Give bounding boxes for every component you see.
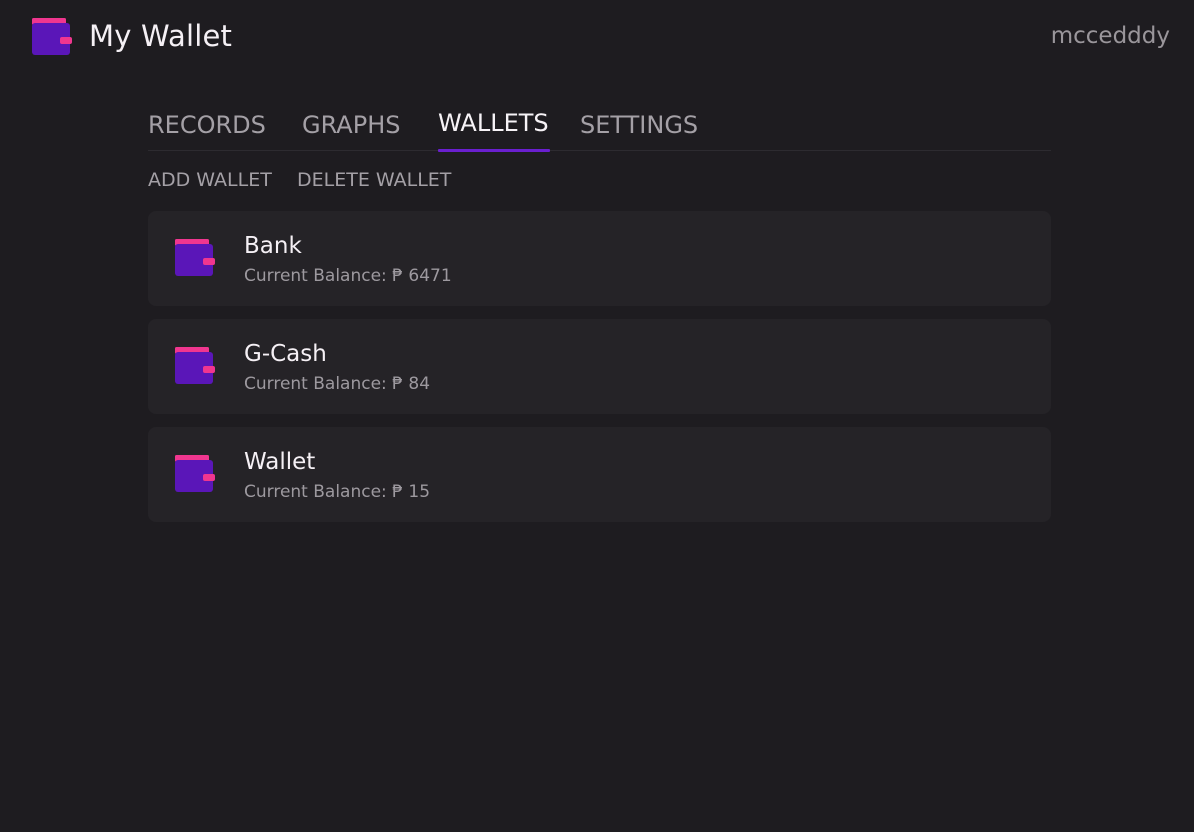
wallet-card-gcash[interactable]: G-Cash Current Balance: ₱ 84 [148, 319, 1051, 414]
wallet-balance: Current Balance: ₱ 15 [244, 482, 431, 502]
app-root: My Wallet mccedddy RECORDS GRAPHS WALLET… [0, 0, 1194, 832]
wallet-icon [175, 347, 217, 385]
wallet-card-bank[interactable]: Bank Current Balance: ₱ 6471 [148, 211, 1051, 306]
active-tab-indicator [438, 149, 550, 152]
app-title: My Wallet [89, 19, 233, 53]
username[interactable]: mccedddy [1051, 20, 1170, 52]
wallet-logo-icon [32, 18, 74, 56]
tab-records[interactable]: RECORDS [148, 110, 266, 140]
wallet-balance: Current Balance: ₱ 84 [244, 374, 431, 394]
wallet-name: Wallet [244, 449, 316, 475]
tab-graphs[interactable]: GRAPHS [302, 110, 400, 140]
wallet-card-wallet[interactable]: Wallet Current Balance: ₱ 15 [148, 427, 1051, 522]
wallet-list: Bank Current Balance: ₱ 6471 G-Cash Curr… [148, 211, 1051, 535]
wallet-name: Bank [244, 233, 302, 259]
wallet-balance: Current Balance: ₱ 6471 [244, 266, 452, 286]
add-wallet-button[interactable]: ADD WALLET [148, 167, 272, 193]
tab-settings[interactable]: SETTINGS [580, 110, 698, 140]
wallet-name: G-Cash [244, 341, 327, 367]
wallet-icon [175, 455, 217, 493]
tab-wallets[interactable]: WALLETS [438, 108, 549, 138]
delete-wallet-button[interactable]: DELETE WALLET [297, 167, 451, 193]
wallet-icon [175, 239, 217, 277]
header: My Wallet mccedddy [0, 0, 1194, 80]
tab-bar: RECORDS GRAPHS WALLETS SETTINGS [148, 104, 1051, 152]
